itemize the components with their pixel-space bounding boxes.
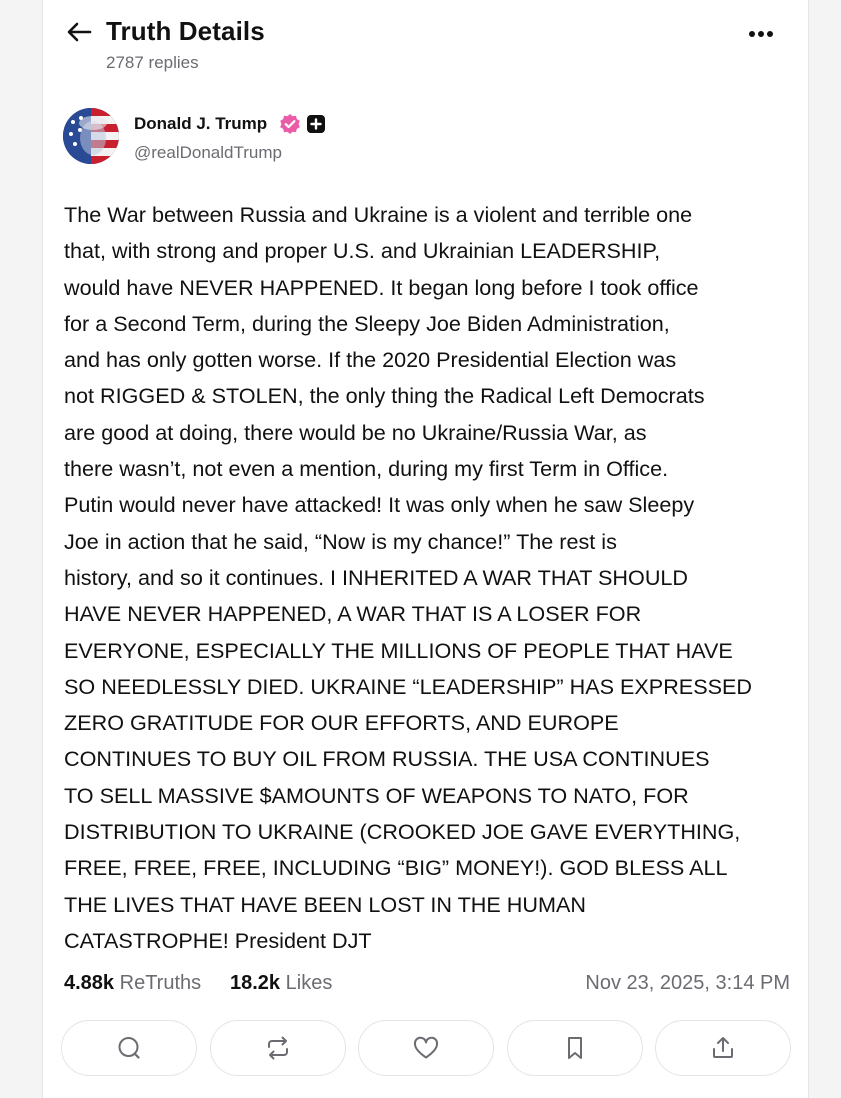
more-options-button[interactable] [746, 20, 776, 48]
retruths-label: ReTruths [119, 972, 202, 994]
arrow-left-icon [67, 22, 92, 42]
post-stats: 4.88k ReTruths 18.2k Likes Nov 23, 2025,… [64, 972, 790, 1002]
heart-icon [413, 1036, 439, 1059]
post-text-line: CONTINUES TO BUY OIL FROM RUSSIA. THE US… [64, 746, 710, 772]
avatar[interactable] [63, 108, 119, 164]
post-text-line: would have NEVER HAPPENED. It began long… [64, 274, 699, 300]
likes-count: 18.2k [230, 972, 281, 994]
retruths-stat[interactable]: 4.88k ReTruths [64, 972, 201, 995]
bookmark-button[interactable] [507, 1020, 643, 1076]
bookmark-icon [568, 1037, 582, 1059]
post-text-line: Putin would never have attacked! It was … [64, 492, 695, 518]
post-text-line: history, and so it continues. I INHERITE… [64, 564, 689, 590]
retruth-button[interactable] [210, 1020, 346, 1076]
post-text-line: that, with strong and proper U.S. and Uk… [64, 238, 661, 264]
post-text-line: TO SELL MASSIVE $AMOUNTS OF WEAPONS TO N… [64, 782, 689, 808]
post-text-line: and has only gotten worse. If the 2020 P… [64, 347, 677, 373]
comment-icon [118, 1037, 140, 1059]
repost-icon [268, 1036, 288, 1060]
post-text-line: Joe in action that he said, “Now is my c… [64, 528, 617, 554]
post-text-line: HAVE NEVER HAPPENED, A WAR THAT IS A LOS… [64, 601, 642, 627]
likes-label: Likes [285, 972, 333, 994]
post-actions-bar [61, 1020, 793, 1078]
page-header: Truth Details 2787 replies [43, 0, 808, 90]
post-text-line: there wasn’t, not even a mention, during… [64, 456, 669, 482]
post-text-line: for a Second Term, during the Sleepy Joe… [64, 310, 670, 336]
post-author: Donald J. Trump @realDonaldTrump [63, 108, 463, 168]
truth-details-card: Truth Details 2787 replies Donald J. Tru… [42, 0, 809, 1098]
plus-badge-icon [307, 115, 325, 133]
avatar-image-icon [63, 108, 119, 164]
likes-stat[interactable]: 18.2k Likes [230, 972, 332, 995]
reply-count: 2787 replies [106, 53, 199, 72]
post-text-line: CATASTROPHE! President DJT [64, 927, 372, 953]
post-text-line: FREE, FREE, FREE, INCLUDING “BIG” MONEY!… [64, 855, 728, 881]
author-handle[interactable]: @realDonaldTrump [134, 143, 282, 163]
post-text-line: SO NEEDLESSLY DIED. UKRAINE “LEADERSHIP”… [64, 673, 753, 699]
back-button[interactable] [65, 18, 93, 46]
post-text-line: ZERO GRATITUDE FOR OUR EFFORTS, AND EURO… [64, 710, 619, 736]
post-text-line: DISTRIBUTION TO UKRAINE (CROOKED JOE GAV… [64, 819, 741, 845]
author-name[interactable]: Donald J. Trump [134, 114, 267, 134]
verified-badge-icon [280, 114, 300, 134]
retruths-count: 4.88k [64, 972, 115, 994]
post-text: The War between Russia and Ukraine is a … [64, 197, 804, 959]
post-timestamp: Nov 23, 2025, 3:14 PM [585, 972, 790, 994]
reply-button[interactable] [61, 1020, 197, 1076]
post-text-line: not RIGGED & STOLEN, the only thing the … [64, 383, 705, 409]
more-horizontal-icon [749, 31, 773, 37]
share-icon [713, 1037, 733, 1058]
share-button[interactable] [655, 1020, 791, 1076]
post-text-line: The War between Russia and Ukraine is a … [64, 202, 693, 227]
page-title: Truth Details [106, 16, 265, 46]
like-button[interactable] [358, 1020, 494, 1076]
post-text-line: THE LIVES THAT HAVE BEEN LOST IN THE HUM… [64, 891, 586, 917]
post-text-line: are good at doing, there would be no Ukr… [64, 419, 647, 445]
post-text-line: EVERYONE, ESPECIALLY THE MILLIONS OF PEO… [64, 637, 733, 663]
